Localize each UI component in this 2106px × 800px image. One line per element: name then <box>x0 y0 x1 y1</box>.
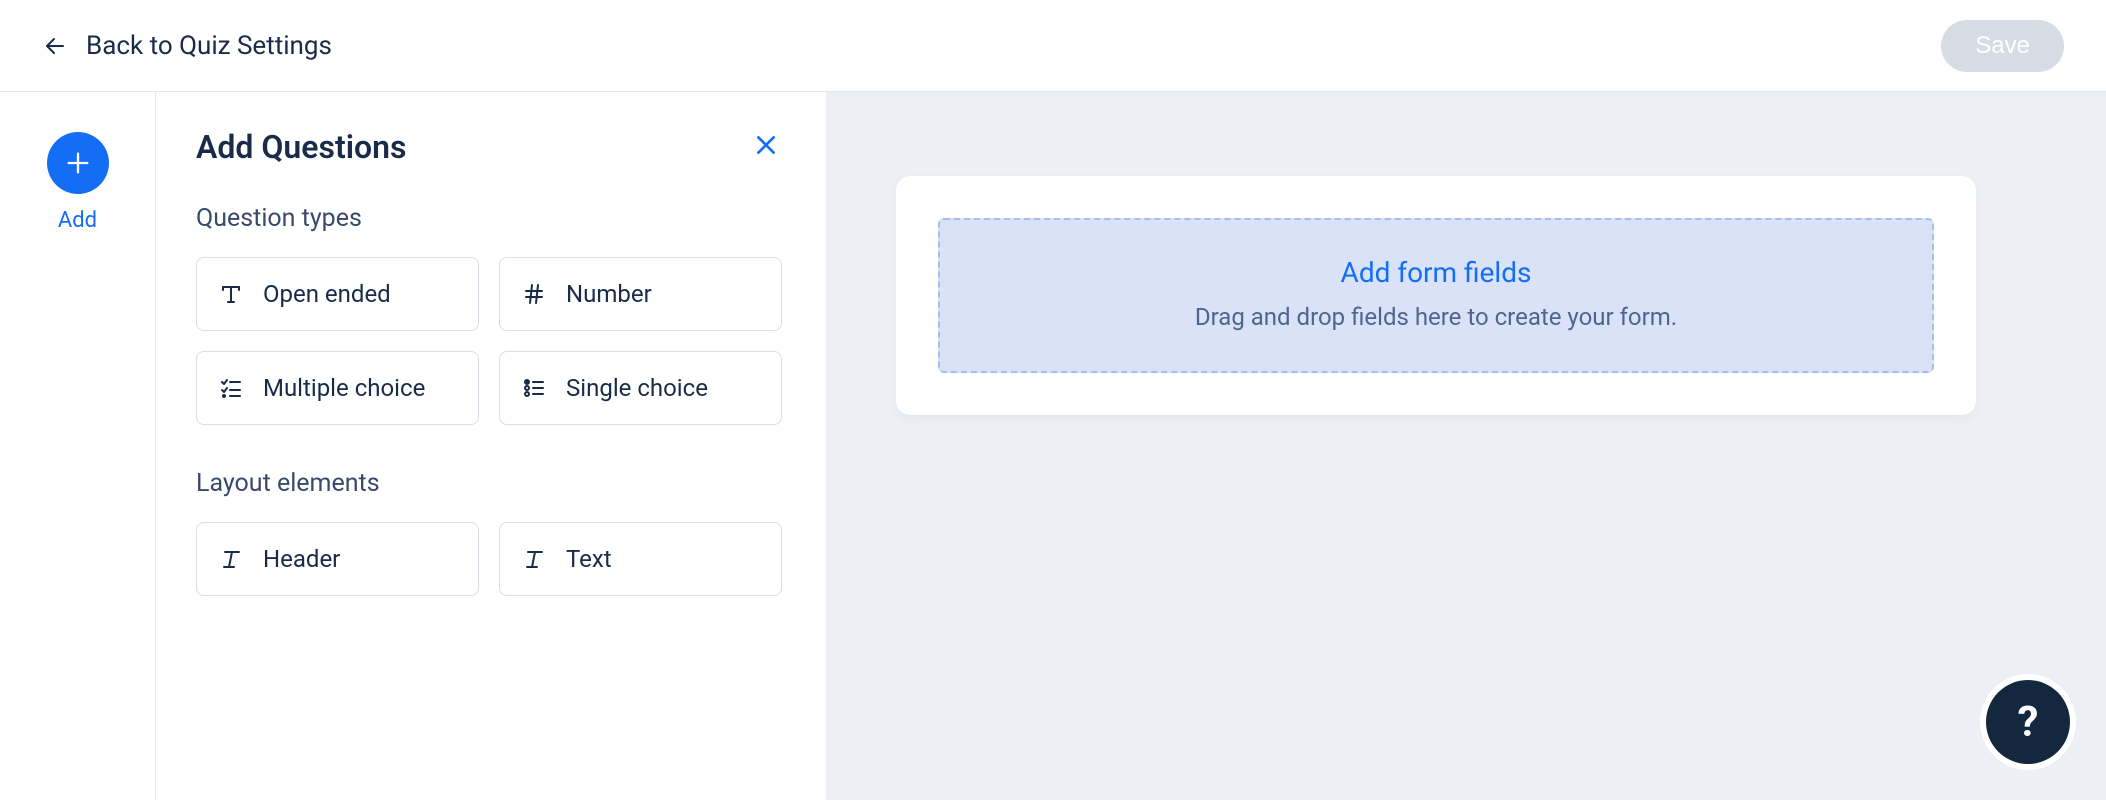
checklist-icon <box>217 374 245 402</box>
tile-multiple-choice[interactable]: Multiple choice <box>196 351 479 425</box>
radiolist-icon <box>520 374 548 402</box>
section-title-question-types: Question types <box>196 204 782 233</box>
italic-t-icon <box>217 545 245 573</box>
save-button[interactable]: Save <box>1941 20 2064 72</box>
text-t-icon <box>217 280 245 308</box>
tile-number[interactable]: Number <box>499 257 782 331</box>
plus-icon <box>64 149 92 177</box>
add-label: Add <box>58 208 97 233</box>
tile-header[interactable]: Header <box>196 522 479 596</box>
main: Add Add Questions Question types <box>0 92 2106 800</box>
layout-elements-grid: Header Text <box>196 522 782 596</box>
tile-open-ended[interactable]: Open ended <box>196 257 479 331</box>
italic-t-icon <box>520 545 548 573</box>
tile-label: Text <box>566 545 612 573</box>
tile-label: Number <box>566 280 652 308</box>
back-link[interactable]: Back to Quiz Settings <box>42 31 332 61</box>
tile-label: Open ended <box>263 280 391 308</box>
tile-label: Single choice <box>566 374 708 402</box>
topbar: Back to Quiz Settings Save <box>0 0 2106 92</box>
dropzone-subtitle: Drag and drop fields here to create your… <box>960 303 1912 331</box>
section-title-layout-elements: Layout elements <box>196 469 782 498</box>
dropzone[interactable]: Add form fields Drag and drop fields her… <box>938 218 1934 373</box>
panel-header: Add Questions <box>196 128 782 166</box>
close-button[interactable] <box>750 131 782 163</box>
back-label: Back to Quiz Settings <box>86 31 332 61</box>
help-button[interactable]: ? <box>1986 680 2070 764</box>
form-canvas: Add form fields Drag and drop fields her… <box>826 92 2106 800</box>
tile-label: Multiple choice <box>263 374 425 402</box>
question-types-grid: Open ended Number <box>196 257 782 425</box>
tile-text[interactable]: Text <box>499 522 782 596</box>
hash-icon <box>520 280 548 308</box>
question-mark-icon: ? <box>2018 698 2039 747</box>
close-icon <box>753 132 779 162</box>
tile-label: Header <box>263 545 340 573</box>
form-card: Add form fields Drag and drop fields her… <box>896 176 1976 415</box>
dropzone-title: Add form fields <box>960 256 1912 289</box>
panel-title: Add Questions <box>196 128 406 166</box>
add-questions-panel: Add Questions Question types <box>156 92 826 800</box>
arrow-left-icon <box>42 33 68 59</box>
left-rail: Add <box>0 92 156 800</box>
add-button[interactable] <box>47 132 109 194</box>
tile-single-choice[interactable]: Single choice <box>499 351 782 425</box>
